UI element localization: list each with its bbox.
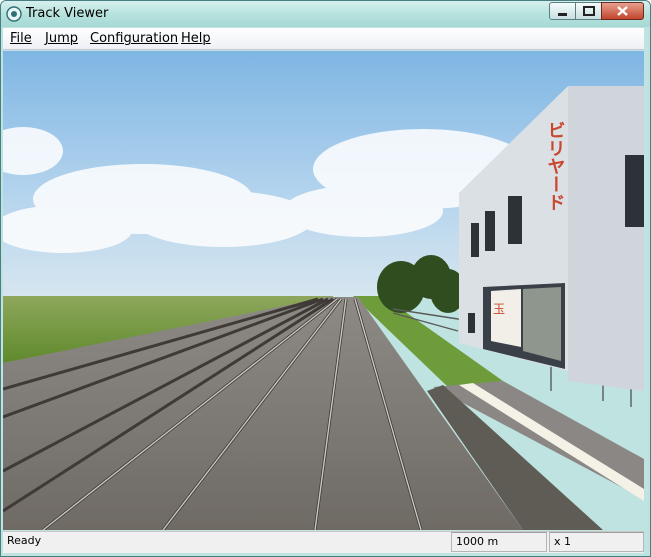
3d-track-view[interactable]: ビリヤード 玉 <box>3 51 644 530</box>
minimize-icon <box>558 13 567 16</box>
status-bar: Ready 1000 m x 1 <box>3 531 644 553</box>
status-text: Ready <box>7 534 42 547</box>
menu-bar: File Jump Configuration Help <box>3 28 644 50</box>
distance-readout: 1000 m <box>451 532 547 552</box>
minimize-button[interactable] <box>549 2 576 20</box>
maximize-icon <box>583 6 595 16</box>
title-bar[interactable]: Track Viewer <box>1 1 650 27</box>
track-scene: ビリヤード 玉 <box>3 51 644 530</box>
menu-configuration[interactable]: Configuration <box>90 31 178 46</box>
menu-file[interactable]: File <box>10 31 32 46</box>
building-sign: ビリヤード <box>545 121 566 211</box>
window-title: Track Viewer <box>26 6 109 21</box>
maximize-button[interactable] <box>575 2 602 20</box>
app-icon <box>6 6 22 22</box>
shop-sign: 玉 <box>493 302 505 316</box>
speed-readout: x 1 <box>549 532 644 552</box>
close-icon <box>617 6 628 16</box>
menu-help[interactable]: Help <box>181 31 211 46</box>
close-button[interactable] <box>601 2 644 20</box>
menu-jump[interactable]: Jump <box>45 31 78 46</box>
app-window: Track Viewer File Jump Configuration Hel… <box>0 0 651 557</box>
